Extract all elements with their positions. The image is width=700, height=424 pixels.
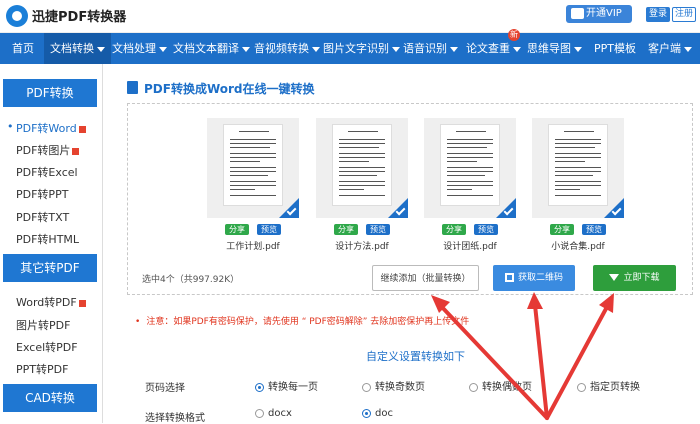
file-name: 设计方法.pdf [335, 242, 389, 252]
file-card[interactable]: 分享 预览 小说合集.pdf [532, 118, 624, 252]
qr-code-icon [504, 273, 514, 282]
get-qr-button[interactable]: 获取二维码 [493, 265, 575, 291]
new-badge: 新 [508, 29, 520, 41]
nav-doc-convert[interactable]: 文档转换 [44, 33, 111, 64]
arrow-head [599, 293, 614, 313]
page-preview [548, 124, 608, 206]
page-preview [332, 124, 392, 206]
preview-button[interactable]: 预览 [257, 224, 281, 235]
chevron-down-icon [312, 46, 320, 52]
file-name: 设计团纸.pdf [443, 242, 497, 252]
brand-name: 迅捷PDF转换器 [32, 10, 127, 25]
nav-av-convert[interactable]: 音视频转换 [254, 33, 320, 64]
nav-speech[interactable]: 语音识别 [403, 33, 458, 64]
sidebar-head-pdf-convert[interactable]: PDF转换 [3, 79, 97, 107]
register-button[interactable]: 注册 [672, 7, 696, 22]
file-thumbnail [316, 118, 408, 218]
preview-button[interactable]: 预览 [366, 224, 390, 235]
file-card[interactable]: 分享 预览 设计团纸.pdf [424, 118, 516, 252]
download-button[interactable]: 立即下载 [593, 265, 676, 291]
file-thumbnail [532, 118, 624, 218]
chevron-down-icon [450, 46, 458, 52]
download-icon [609, 274, 620, 281]
hot-badge-icon [78, 125, 86, 133]
chevron-down-icon [159, 46, 167, 52]
share-button[interactable]: 分享 [550, 224, 574, 235]
chevron-down-icon [97, 46, 105, 52]
arrow-head [431, 295, 450, 313]
nav-mindmap[interactable]: 思维导图 [527, 33, 582, 64]
sidebar-item-pdf-to-excel[interactable]: PDF转Excel [16, 164, 78, 180]
radio-icon [469, 382, 478, 392]
hot-badge-icon [78, 299, 86, 307]
nav-home[interactable]: 首页 [12, 33, 34, 64]
nav-ppt-template[interactable]: PPT模板 [594, 33, 636, 64]
arrow-to-download-button [545, 303, 610, 420]
sidebar-item-pdf-to-word[interactable]: PDF转Word [7, 120, 86, 136]
sidebar-item-pdf-to-html[interactable]: PDF转HTML [16, 231, 79, 247]
preview-button[interactable]: 预览 [474, 224, 498, 235]
nav-client[interactable]: 客户端 [648, 33, 692, 64]
chevron-down-icon [242, 46, 250, 52]
file-card[interactable]: 分享 预览 设计方法.pdf [316, 118, 408, 252]
file-thumbnail [424, 118, 516, 218]
main-nav: 首页 文档转换 文档处理 文档文本翻译 音视频转换 图片文字识别 语音识别 论文… [0, 33, 700, 64]
preview-button[interactable]: 预览 [582, 224, 606, 235]
radio-icon [362, 382, 371, 392]
page-select-label: 页码选择 [145, 383, 185, 394]
settings-title: 自定义设置转换如下 [366, 350, 465, 363]
arrow-to-qr-button [533, 303, 549, 420]
radio-odd-pages[interactable]: 转换奇数页 [362, 378, 425, 393]
nav-ocr[interactable]: 图片文字识别 [323, 33, 400, 64]
add-more-button[interactable]: 继续添加（批量转换） [372, 265, 479, 291]
page-title: PDF转换成Word在线一键转换 [144, 82, 315, 96]
file-name: 小说合集.pdf [551, 242, 605, 252]
sidebar-item-ppt-to-pdf[interactable]: PPT转PDF [16, 361, 68, 377]
chevron-down-icon [392, 46, 400, 52]
page-preview [223, 124, 283, 206]
radio-even-pages[interactable]: 转换偶数页 [469, 378, 532, 393]
radio-every-page[interactable]: 转换每一页 [255, 378, 318, 393]
hot-badge-icon [72, 147, 80, 155]
crown-icon [571, 8, 584, 19]
password-notice: • 注意：如果PDF有密码保护，请先使用 “ PDF密码解除” 去除加密保护再上传… [135, 317, 470, 327]
radio-icon [255, 408, 264, 418]
format-select-label: 选择转换格式 [145, 413, 205, 424]
file-card[interactable]: 分享 预览 工作计划.pdf [207, 118, 299, 252]
sidebar-head-other-to-pdf[interactable]: 其它转PDF [3, 254, 97, 282]
sidebar-item-excel-to-pdf[interactable]: Excel转PDF [16, 339, 78, 355]
sidebar-item-pdf-to-image[interactable]: PDF转图片 [16, 142, 80, 158]
page-preview [440, 124, 500, 206]
chevron-down-icon [574, 46, 582, 52]
file-name: 工作计划.pdf [226, 242, 280, 252]
top-bar: 迅捷PDF转换器 开通VIP 登录 注册 [0, 0, 700, 33]
radio-selected-icon [255, 382, 264, 392]
logo-icon [6, 5, 28, 27]
share-button[interactable]: 分享 [442, 224, 466, 235]
share-button[interactable]: 分享 [225, 224, 249, 235]
sidebar-item-pdf-to-txt[interactable]: PDF转TXT [16, 209, 69, 225]
chevron-down-icon [684, 46, 692, 52]
file-thumbnail [207, 118, 299, 218]
radio-specific-pages[interactable]: 指定页转换 [577, 378, 640, 393]
chevron-down-icon [513, 46, 521, 52]
sidebar-item-pdf-to-ppt[interactable]: PDF转PPT [16, 186, 68, 202]
nav-doc-translate[interactable]: 文档文本翻译 [173, 33, 250, 64]
selection-stats: 选中4个（共997.92K） [142, 275, 240, 285]
share-button[interactable]: 分享 [334, 224, 358, 235]
sidebar-item-image-to-pdf[interactable]: 图片转PDF [16, 317, 70, 333]
radio-doc[interactable]: doc [362, 408, 393, 419]
radio-docx[interactable]: docx [255, 408, 292, 419]
nav-doc-process[interactable]: 文档处理 [112, 33, 167, 64]
sidebar: PDF转换 PDF转Word PDF转图片 PDF转Excel PDF转PPT … [0, 64, 103, 423]
sidebar-item-word-to-pdf[interactable]: Word转PDF [16, 294, 86, 310]
sidebar-head-cad[interactable]: CAD转换 [3, 384, 97, 412]
document-icon [127, 81, 138, 94]
radio-selected-icon [362, 408, 371, 418]
login-button[interactable]: 登录 [646, 7, 670, 22]
radio-icon [577, 382, 586, 392]
